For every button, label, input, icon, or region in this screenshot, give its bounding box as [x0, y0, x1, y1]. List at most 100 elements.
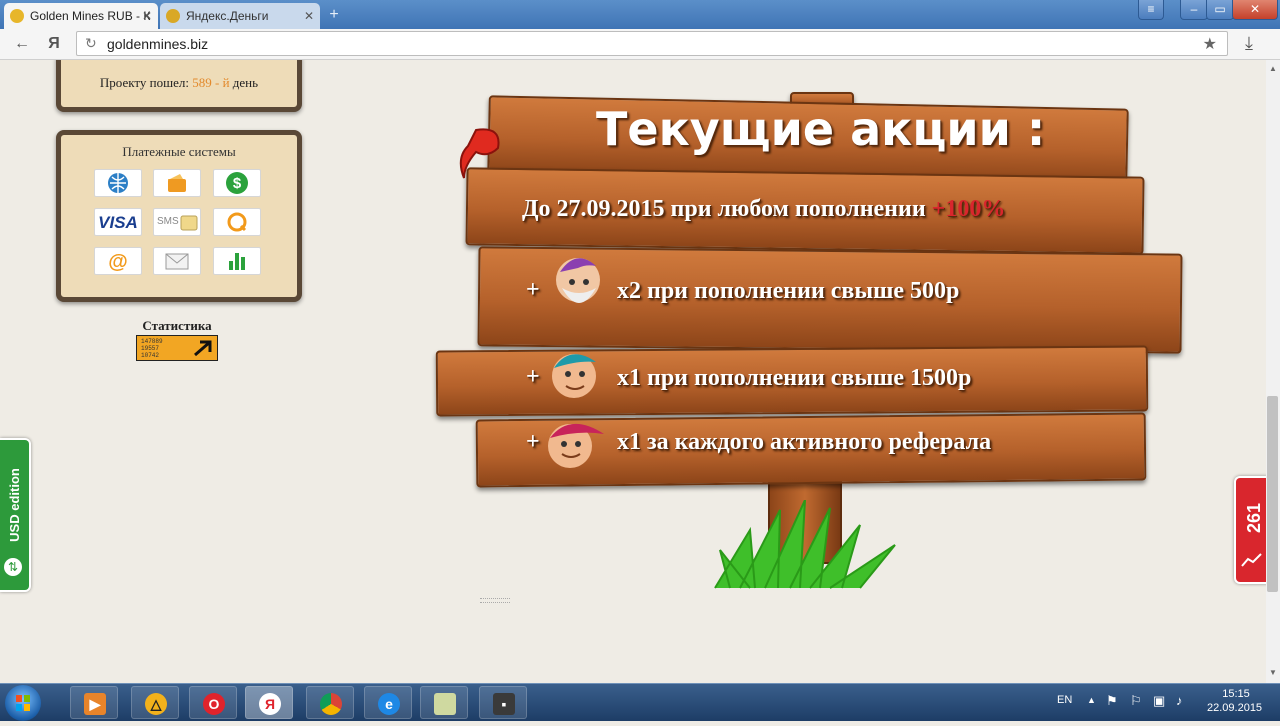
gnome-red-hat-icon	[548, 423, 604, 468]
new-tab-button[interactable]: +	[325, 7, 343, 23]
page-scrollbar[interactable]: ▲ ▼	[1266, 60, 1280, 683]
scroll-thumb[interactable]	[1267, 396, 1278, 592]
start-button[interactable]	[5, 685, 41, 721]
wallet-icon	[168, 174, 186, 192]
reload-icon[interactable]: ↻	[85, 35, 97, 52]
bars-icon	[229, 253, 245, 270]
browser-titlebar: Golden Mines RUB - К ✕ Яндекс.Деньги ✕ +…	[0, 0, 1280, 29]
gnome-purple-hat-icon	[556, 258, 600, 303]
video-recorder-icon: ▪	[493, 693, 515, 715]
yandex-button[interactable]: Я	[44, 34, 64, 54]
tray-expand-icon[interactable]: ▲	[1087, 695, 1096, 705]
sign-title: Текущие акции :	[596, 102, 1046, 156]
tab-title: Яндекс.Деньги	[186, 9, 269, 23]
online-counter-tab[interactable]: 261	[1234, 476, 1266, 584]
internet-explorer-icon: e	[378, 693, 400, 715]
tab-title: Golden Mines RUB - К	[30, 9, 151, 23]
scroll-up-icon[interactable]: ▲	[1269, 64, 1277, 73]
qiwi-icon	[227, 212, 247, 232]
taskbar-media-player[interactable]: ▶	[70, 686, 118, 719]
display-icon[interactable]: ▣	[1153, 693, 1165, 709]
grass-decoration	[714, 500, 896, 589]
qiwi-button[interactable]	[213, 208, 261, 236]
project-age-label: Проекту пошел:	[99, 75, 189, 90]
svg-text:@: @	[108, 251, 128, 273]
red-ribbon-icon	[459, 128, 500, 179]
sms-button[interactable]: SMS	[153, 208, 201, 236]
close-tab-icon[interactable]: ✕	[142, 3, 152, 29]
promo-line-deadline: До 27.09.2015 при любом пополнении +100%	[522, 196, 1005, 223]
divider-dots	[480, 598, 510, 603]
switch-arrows-icon: ⇅	[4, 558, 22, 576]
minimize-button[interactable]: –	[1180, 0, 1208, 20]
arrow-up-right-icon	[194, 340, 212, 357]
clock[interactable]: 15:15 22.09.2015	[1207, 688, 1262, 714]
media-player-icon: ▶	[84, 693, 106, 715]
statistics-widget[interactable]: Статистика 147889 19557 10742	[135, 318, 219, 361]
webmoney-button[interactable]	[94, 169, 142, 197]
bookmark-star-icon[interactable]: ★	[1203, 34, 1217, 54]
project-age-panel: Проекту пошел: 589 - й день	[56, 60, 302, 112]
taskbar-folder[interactable]	[420, 686, 468, 719]
chrome-icon	[320, 693, 342, 715]
project-age-text: Проекту пошел: 589 - й день	[61, 75, 297, 91]
dollar-icon: $	[226, 172, 248, 194]
browser-toolbar: ← Я ↻ goldenmines.biz ★ ⤓	[0, 29, 1280, 60]
project-day-count: 589 - й	[192, 75, 230, 90]
visa-button[interactable]: VISA	[94, 208, 142, 236]
taskbar-ie[interactable]: e	[364, 686, 412, 719]
triangle-app-icon: △	[145, 693, 167, 715]
bars-button[interactable]	[213, 247, 261, 275]
taskbar-chrome[interactable]	[306, 686, 354, 719]
wallet-button[interactable]	[153, 169, 201, 197]
taskbar-recorder[interactable]: ▪	[479, 686, 527, 719]
windows-taskbar: ▶ △ O Я e ▪ EN ▲ ⚑ ⚐ ▣ ♪ 15:15 22.09.201…	[0, 683, 1280, 721]
download-icon[interactable]: ⤓	[1245, 33, 1253, 54]
promo-bonus-value: +100%	[931, 196, 1006, 222]
email-icon: @	[108, 251, 128, 273]
stats-number: 19557	[141, 345, 160, 352]
svg-text:$: $	[233, 175, 242, 192]
taskbar-opera[interactable]: O	[189, 686, 237, 719]
offer-plus: +	[526, 277, 540, 303]
tab-golden-mines[interactable]: Golden Mines RUB - К ✕	[4, 3, 158, 29]
sim-card-icon	[180, 215, 198, 231]
offer-text: x2 при пополнении свыше 500р	[617, 278, 960, 304]
clock-time: 15:15	[1222, 688, 1250, 700]
volume-icon[interactable]: ♪	[1176, 693, 1183, 708]
email-button[interactable]: @	[94, 247, 142, 275]
folder-icon	[434, 693, 456, 715]
counter-value: 261	[1244, 502, 1264, 534]
tab-yandex-money[interactable]: Яндекс.Деньги ✕	[160, 3, 320, 29]
close-tab-icon[interactable]: ✕	[304, 3, 314, 29]
dollar-button[interactable]: $	[213, 169, 261, 197]
close-window-button[interactable]: ✕	[1232, 0, 1278, 20]
maximize-button[interactable]: ▭	[1206, 0, 1234, 20]
goldenmines-favicon	[10, 9, 24, 23]
back-arrow-icon[interactable]: ←	[12, 34, 32, 54]
webmoney-icon	[108, 173, 128, 193]
envelope-button[interactable]	[153, 247, 201, 275]
language-indicator[interactable]: EN	[1057, 694, 1072, 706]
statistics-counter[interactable]: 147889 19557 10742	[136, 335, 218, 361]
yandex-browser-icon: Я	[259, 693, 281, 715]
offer-plus: +	[526, 429, 540, 455]
offer-plus: +	[526, 364, 540, 390]
address-bar[interactable]: ↻ goldenmines.biz ★	[76, 31, 1228, 56]
offer-text: x1 при пополнении свыше 1500р	[617, 365, 972, 391]
payment-systems-panel: Платежные системы $ VISA SMS @	[56, 130, 302, 302]
offer-text: x1 за каждого активного реферала	[617, 429, 992, 455]
chrome-menu-button[interactable]: ≡	[1138, 0, 1164, 20]
scroll-down-icon[interactable]: ▼	[1269, 668, 1277, 677]
usd-edition-label: USD edition	[7, 468, 22, 542]
envelope-icon	[165, 253, 189, 270]
network-icon[interactable]: ⚑	[1106, 693, 1118, 709]
opera-icon: O	[203, 693, 225, 715]
promo-line-text: До 27.09.2015 при любом пополнении	[522, 196, 926, 222]
action-center-icon[interactable]: ⚐	[1130, 693, 1142, 709]
taskbar-yandex-browser[interactable]: Я	[245, 686, 293, 719]
windows-logo-icon	[16, 695, 30, 711]
usd-edition-tab[interactable]: USD edition ⇅	[0, 438, 31, 592]
taskbar-app-triangle[interactable]: △	[131, 686, 179, 719]
project-day-suffix: день	[232, 75, 259, 90]
